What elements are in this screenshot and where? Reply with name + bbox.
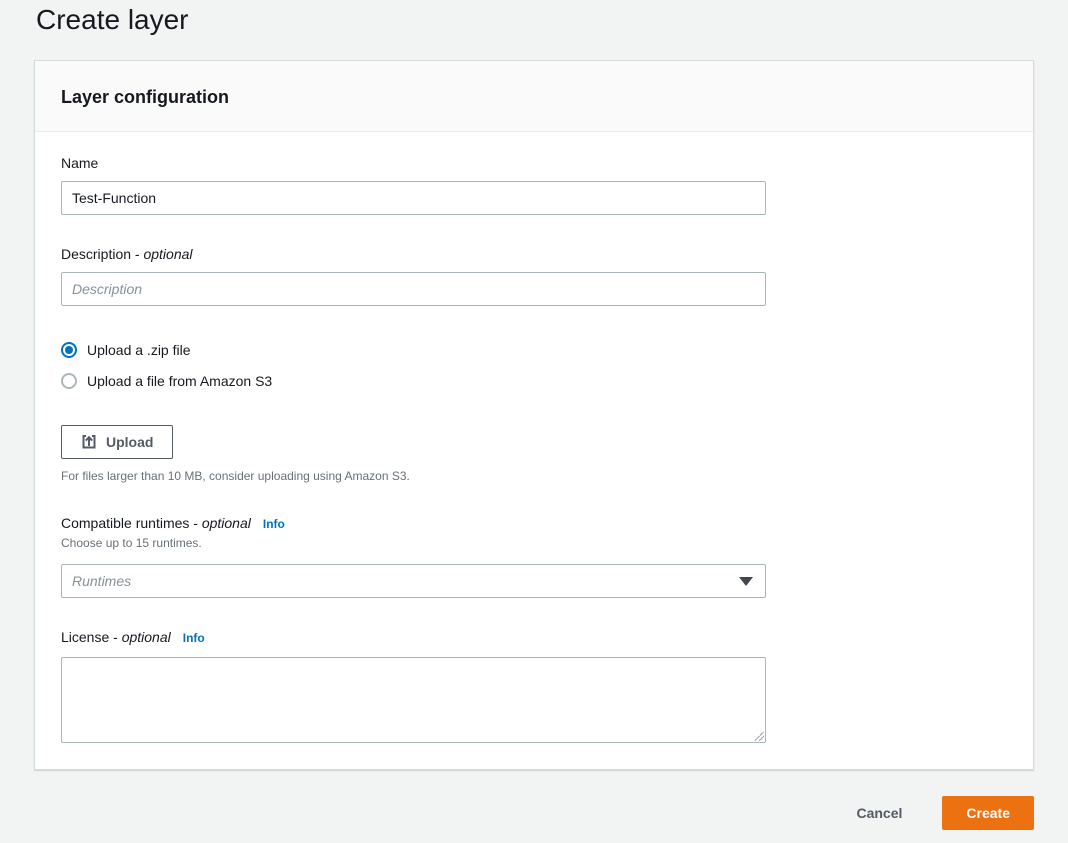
radio-upload-zip-label: Upload a .zip file	[87, 342, 191, 358]
description-input[interactable]	[61, 272, 766, 306]
runtimes-field-group: Compatible runtimes - optionalInfo Choos…	[61, 514, 1007, 598]
license-field-group: License - optionalInfo	[61, 628, 1007, 743]
radio-upload-s3-label: Upload a file from Amazon S3	[87, 373, 272, 389]
panel-header: Layer configuration	[35, 61, 1033, 132]
radio-selected-icon[interactable]	[61, 342, 77, 358]
upload-button-label: Upload	[106, 434, 153, 450]
runtimes-info-link[interactable]: Info	[263, 517, 285, 531]
runtimes-select-placeholder: Runtimes	[72, 573, 131, 589]
runtimes-label: Compatible runtimes - optionalInfo	[61, 514, 1007, 533]
panel-body: Name Description - optional Upload a .zi…	[35, 132, 1033, 769]
layer-configuration-panel: Layer configuration Name Description - o…	[34, 60, 1034, 770]
panel-header-title: Layer configuration	[61, 86, 1007, 108]
chevron-down-icon	[739, 577, 753, 586]
name-field-group: Name	[61, 154, 1007, 215]
footer-actions: Cancel Create	[34, 796, 1034, 830]
name-input[interactable]	[61, 181, 766, 215]
page-title: Create layer	[36, 4, 1068, 36]
create-layer-page: Create layer Layer configuration Name De…	[0, 0, 1068, 830]
upload-source-radio-group: Upload a .zip file Upload a file from Am…	[61, 342, 1007, 389]
license-textarea-wrap	[61, 657, 766, 743]
upload-section: Upload For files larger than 10 MB, cons…	[61, 425, 1007, 484]
name-label: Name	[61, 154, 1007, 172]
license-label: License - optionalInfo	[61, 628, 1007, 647]
description-label: Description - optional	[61, 245, 1007, 263]
license-info-link[interactable]: Info	[183, 631, 205, 645]
create-button[interactable]: Create	[942, 796, 1034, 830]
license-textarea[interactable]	[61, 657, 766, 743]
radio-upload-s3[interactable]: Upload a file from Amazon S3	[61, 373, 1007, 389]
upload-helper-text: For files larger than 10 MB, consider up…	[61, 468, 1007, 484]
cancel-button[interactable]: Cancel	[856, 805, 902, 821]
runtimes-select[interactable]: Runtimes	[61, 564, 766, 598]
upload-icon	[81, 434, 97, 450]
radio-upload-zip[interactable]: Upload a .zip file	[61, 342, 1007, 358]
runtimes-sublabel: Choose up to 15 runtimes.	[61, 535, 1007, 551]
upload-button[interactable]: Upload	[61, 425, 173, 459]
radio-unselected-icon[interactable]	[61, 373, 77, 389]
description-field-group: Description - optional	[61, 245, 1007, 306]
